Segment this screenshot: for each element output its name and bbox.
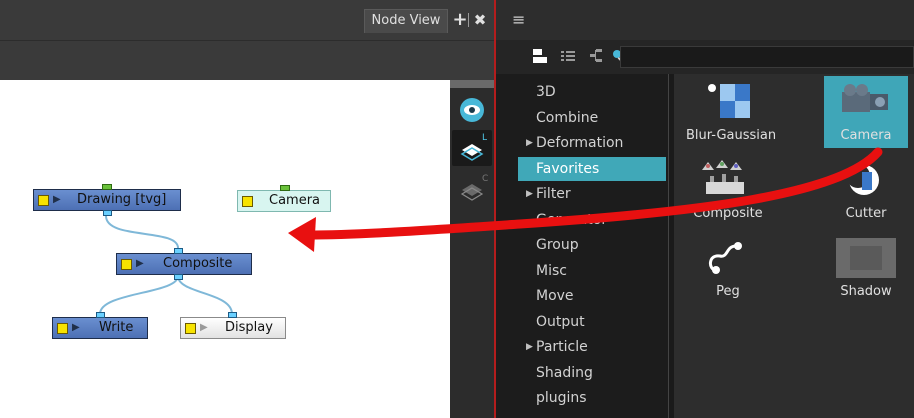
category-deformation[interactable]: ▶ Deformation xyxy=(518,131,666,155)
node-view-panel: Node View + ✖ ▶ Drawing [tvg] Camera ▶ C… xyxy=(0,0,494,418)
tile-camera[interactable]: Camera xyxy=(824,76,908,148)
tile-label: Cutter xyxy=(845,206,887,221)
tile-label: Camera xyxy=(840,128,892,143)
tile-label: Shadow xyxy=(840,284,892,299)
camera-input-port[interactable] xyxy=(280,185,290,191)
camera-enable-toggle[interactable] xyxy=(242,196,253,207)
add-tab-icon[interactable]: + xyxy=(452,9,468,31)
close-tab-icon[interactable]: ✖ xyxy=(472,9,488,31)
drawing-play-icon: ▶ xyxy=(53,194,61,205)
drawing-node[interactable]: ▶ Drawing [tvg] xyxy=(33,184,181,216)
hierarchy-view-icon[interactable] xyxy=(586,46,606,66)
camera-node[interactable]: Camera xyxy=(237,185,331,212)
display-enable-toggle[interactable] xyxy=(185,323,196,334)
node-library-panel: ≡ 3D Combine ▶ Deformation Favorites ▶ Fil… xyxy=(496,0,914,418)
category-misc[interactable]: Misc xyxy=(518,259,666,283)
tab-separator xyxy=(468,13,469,27)
blur-gaussian-icon xyxy=(698,80,758,124)
tile-label: Blur-Gaussian xyxy=(686,128,777,143)
layer-view-icon[interactable]: L xyxy=(452,130,492,166)
write-enable-toggle[interactable] xyxy=(57,323,68,334)
expand-arrow-icon[interactable]: ▶ xyxy=(526,335,533,359)
category-particle[interactable]: ▶ Particle xyxy=(518,335,666,359)
category-combine[interactable]: Combine xyxy=(518,106,666,130)
display-play-icon: ▶ xyxy=(200,322,208,333)
drawing-input-port[interactable] xyxy=(102,184,112,190)
app-window: Node View + ✖ ▶ Drawing [tvg] Camera ▶ C… xyxy=(0,0,914,418)
composite-icon xyxy=(698,158,758,202)
expand-arrow-icon[interactable]: ▶ xyxy=(526,131,533,155)
drawing-output-port[interactable] xyxy=(103,210,112,216)
category-favorites[interactable]: Favorites xyxy=(518,157,666,181)
connection-composite-write xyxy=(99,275,179,315)
category-move[interactable]: Move xyxy=(518,284,666,308)
camera-icon xyxy=(836,80,896,124)
drawing-enable-toggle[interactable] xyxy=(38,195,49,206)
node-view-side-strip: L C xyxy=(450,80,494,418)
node-view-tabbar: Node View + ✖ xyxy=(0,0,494,40)
tile-cutter[interactable]: Cutter xyxy=(824,154,908,226)
peg-icon xyxy=(698,236,758,280)
connection-composite-display xyxy=(177,275,233,315)
expand-arrow-icon[interactable]: ▶ xyxy=(526,182,533,206)
tile-blur-gaussian[interactable]: Blur-Gaussian xyxy=(686,76,777,148)
tile-label: Composite xyxy=(693,206,763,221)
camera-view-icon[interactable]: C xyxy=(452,174,492,210)
list-view-icon[interactable] xyxy=(558,46,578,66)
write-node-label: Write xyxy=(99,320,134,335)
composite-node-label: Composite xyxy=(163,256,233,271)
category-list: 3D Combine ▶ Deformation Favorites ▶ Filte… xyxy=(496,74,668,418)
shadow-icon xyxy=(836,236,896,280)
camera-node-label: Camera xyxy=(269,193,321,208)
node-canvas[interactable]: ▶ Drawing [tvg] Camera ▶ Composite ▶ Wri… xyxy=(0,80,450,418)
library-search-input[interactable] xyxy=(620,46,914,68)
category-group[interactable]: Group xyxy=(518,233,666,257)
composite-output-port[interactable] xyxy=(174,274,183,280)
category-plugins[interactable]: plugins xyxy=(518,386,666,410)
tile-peg[interactable]: Peg xyxy=(686,232,770,304)
menu-icon[interactable]: ≡ xyxy=(512,10,528,30)
display-node[interactable]: ▶ Display xyxy=(180,312,286,339)
write-play-icon: ▶ xyxy=(72,322,80,333)
preview-eye-icon[interactable] xyxy=(452,92,492,128)
layer-letter: L xyxy=(482,133,488,143)
composite-play-icon: ▶ xyxy=(136,258,144,269)
node-view-tab[interactable]: Node View xyxy=(364,9,448,33)
category-generator[interactable]: Generator xyxy=(518,208,666,232)
category-filter[interactable]: ▶ Filter xyxy=(518,182,666,206)
tile-label: Peg xyxy=(716,284,740,299)
node-tile-grid: Blur-Gaussian Camera Composite Cutter Pe… xyxy=(674,74,914,418)
display-node-label: Display xyxy=(225,320,273,335)
cutter-icon xyxy=(836,158,896,202)
drawing-node-label: Drawing [tvg] xyxy=(77,192,167,207)
node-library-header: ≡ xyxy=(496,0,914,40)
write-node[interactable]: ▶ Write xyxy=(52,312,148,339)
side-strip-handle[interactable] xyxy=(450,80,494,88)
category-output[interactable]: Output xyxy=(518,310,666,334)
composite-node[interactable]: ▶ Composite xyxy=(116,248,252,280)
write-input-port[interactable] xyxy=(96,312,105,318)
node-library-toolbar xyxy=(496,40,914,74)
composite-input-port[interactable] xyxy=(174,248,183,254)
composite-enable-toggle[interactable] xyxy=(121,259,132,270)
category-3d[interactable]: 3D xyxy=(518,80,666,104)
node-connections xyxy=(99,215,233,315)
tile-shadow[interactable]: Shadow xyxy=(824,232,908,304)
tile-composite[interactable]: Composite xyxy=(686,154,770,226)
connection-drawing-composite xyxy=(105,215,179,249)
display-input-port[interactable] xyxy=(228,312,237,318)
camera-letter: C xyxy=(482,174,489,184)
node-view-toolbar xyxy=(0,40,494,80)
category-shading[interactable]: Shading xyxy=(518,361,666,385)
tree-view-icon[interactable] xyxy=(530,46,550,66)
